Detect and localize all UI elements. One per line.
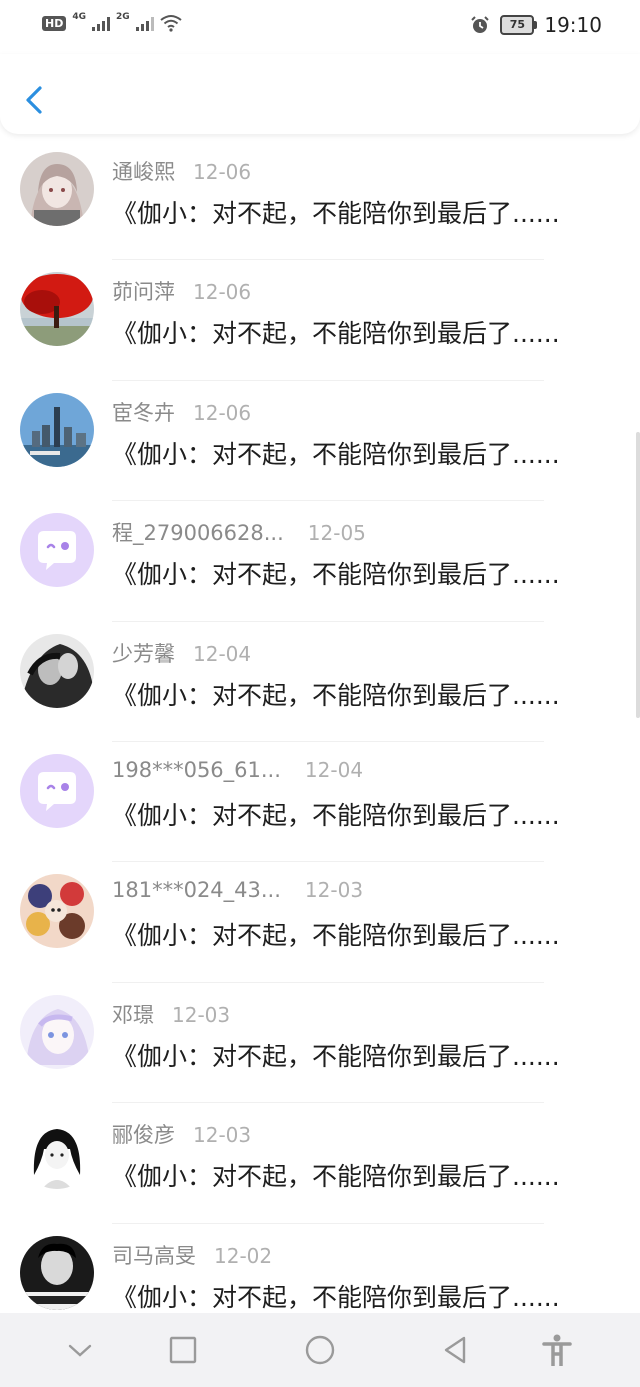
circle-icon[interactable] [303, 1333, 337, 1367]
message-meta: 茆问萍 12-06 [112, 276, 251, 306]
message-item[interactable]: 茆问萍 12-06 《伽小：对不起，不能陪你到最后了...... [0, 260, 640, 381]
sender-name: 宦冬卉 [112, 400, 175, 425]
wifi-icon [160, 15, 182, 32]
sender-name: 通峻熙 [112, 160, 175, 184]
hd-badge: HD [42, 15, 67, 31]
message-meta: 司马高旻 12-02 [112, 1240, 272, 1270]
message-meta: 郦俊彦 12-03 [112, 1119, 251, 1149]
message-date: 12-04 [193, 641, 252, 666]
message-date: 12-06 [193, 280, 252, 305]
avatar[interactable] [20, 753, 94, 828]
message-date: 12-06 [193, 400, 252, 425]
message-preview: 《伽小：对不起，不能陪你到最后了...... [112, 1282, 560, 1312]
message-date: 12-06 [193, 160, 252, 184]
message-meta: 198***056_61... 12-04 [112, 758, 363, 782]
message-preview: 《伽小：对不起，不能陪你到最后了...... [112, 680, 560, 710]
message-list: 通峻熙 12-06 《伽小：对不起，不能陪你到最后了...... 茆问萍 12-06 《… [0, 140, 640, 1344]
avatar[interactable] [20, 1235, 94, 1310]
avatar[interactable] [20, 513, 94, 588]
message-date: 12-05 [307, 521, 366, 546]
avatar[interactable] [20, 152, 94, 226]
message-date: 12-04 [304, 757, 364, 782]
avatar[interactable] [20, 874, 94, 949]
message-preview: 《伽小：对不起，不能陪你到最后了...... [112, 560, 560, 590]
network-label-2: 2G [116, 12, 130, 22]
message-meta: 程_279006628... 12-05 [112, 517, 366, 547]
message-item[interactable]: 邓璟 12-03 《伽小：对不起，不能陪你到最后了...... [0, 983, 640, 1104]
sender-name: 181***024_43... [112, 878, 281, 903]
square-icon[interactable] [166, 1333, 200, 1367]
message-preview: 《伽小：对不起，不能陪你到最后了...... [112, 800, 560, 830]
message-item[interactable]: 通峻熙 12-06 《伽小：对不起，不能陪你到最后了...... [0, 140, 640, 261]
message-item[interactable]: 198***056_61... 12-04 《伽小：对不起，不能陪你到最后了....… [0, 742, 640, 863]
status-left: HD 4G 2G [42, 12, 182, 32]
sender-name: 少芳馨 [112, 641, 175, 666]
message-date: 12-03 [304, 878, 364, 903]
message-meta: 少芳馨 12-04 [112, 638, 251, 668]
battery-icon: 75 [500, 15, 538, 35]
sender-name: 程_279006628... [112, 521, 284, 546]
system-nav-bar [0, 1313, 640, 1387]
status-bar: HD 4G 2G 75 19:10 [0, 0, 640, 54]
avatar[interactable] [20, 633, 94, 708]
chevron-left-icon[interactable] [18, 80, 54, 120]
signal-icon [92, 15, 110, 31]
alarm-icon [471, 16, 490, 33]
message-preview: 《伽小：对不起，不能陪你到最后了...... [112, 1041, 560, 1071]
avatar[interactable] [20, 994, 94, 1069]
triangle-back-icon[interactable] [438, 1333, 472, 1367]
network-label-1: 4G [72, 12, 86, 22]
message-preview: 《伽小：对不起，不能陪你到最后了...... [112, 199, 560, 228]
avatar[interactable] [20, 272, 94, 347]
sender-name: 茆问萍 [112, 280, 175, 305]
status-right: 75 19:10 [470, 13, 602, 37]
message-date: 12-02 [214, 1243, 273, 1268]
message-meta: 宦冬卉 12-06 [112, 397, 251, 427]
collapse-icon[interactable] [63, 1333, 97, 1367]
message-preview: 《伽小：对不起，不能陪你到最后了...... [112, 439, 560, 469]
message-item[interactable]: 少芳馨 12-04 《伽小：对不起，不能陪你到最后了...... [0, 622, 640, 742]
message-meta: 邓璟 12-03 [112, 999, 230, 1029]
scrollbar[interactable] [636, 432, 640, 718]
avatar[interactable] [20, 1115, 94, 1190]
sender-name: 邓璟 [112, 1002, 154, 1027]
signal-icon-2 [135, 15, 154, 31]
message-preview: 《伽小：对不起，不能陪你到最后了...... [112, 1162, 560, 1192]
message-meta: 181***024_43... 12-03 [112, 878, 363, 902]
accessibility-icon[interactable] [540, 1333, 574, 1367]
sender-name: 198***056_61... [112, 757, 281, 782]
message-item[interactable]: 181***024_43... 12-03 《伽小：对不起，不能陪你到最后了....… [0, 862, 640, 983]
header-bar [0, 54, 640, 134]
message-date: 12-03 [193, 1123, 252, 1148]
message-item[interactable]: 宦冬卉 12-06 《伽小：对不起，不能陪你到最后了...... [0, 381, 640, 502]
clock: 19:10 [544, 13, 602, 37]
message-date: 12-03 [172, 1002, 231, 1027]
message-preview: 《伽小：对不起，不能陪你到最后了...... [112, 319, 560, 349]
message-preview: 《伽小：对不起，不能陪你到最后了...... [112, 921, 560, 951]
sender-name: 司马高旻 [112, 1243, 196, 1268]
sender-name: 郦俊彦 [112, 1123, 175, 1148]
avatar[interactable] [20, 392, 94, 467]
message-item[interactable]: 程_279006628... 12-05 《伽小：对不起，不能陪你到最后了.....… [0, 501, 640, 622]
message-meta: 通峻熙 12-06 [112, 156, 251, 186]
message-item[interactable]: 郦俊彦 12-03 《伽小：对不起，不能陪你到最后了...... [0, 1103, 640, 1224]
